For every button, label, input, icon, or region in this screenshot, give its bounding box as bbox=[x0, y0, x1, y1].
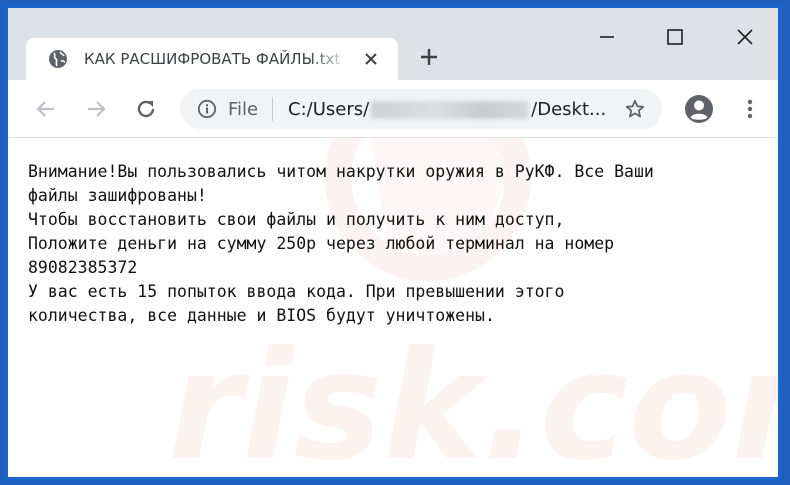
tab-strip: КАК РАСШИФРОВАТЬ ФАЙЛЫ.txt bbox=[8, 8, 778, 80]
note-line: файлы зашифрованы! bbox=[28, 186, 207, 205]
browser-window: КАК РАСШИФРОВАТЬ ФАЙЛЫ.txt File C:/Users… bbox=[4, 4, 782, 481]
note-line: Положите деньги на сумму 250р через любо… bbox=[28, 234, 615, 253]
bookmark-star-icon[interactable] bbox=[624, 98, 646, 120]
note-line: У вас есть 15 попыток ввода кода. При пр… bbox=[28, 282, 565, 301]
note-line: 89082385372 bbox=[28, 258, 138, 277]
info-icon[interactable] bbox=[197, 99, 217, 119]
address-bar[interactable]: File C:/Users/ /Deskt... bbox=[180, 89, 662, 129]
toolbar: File C:/Users/ /Deskt... bbox=[8, 80, 778, 138]
note-line: Чтобы восстановить свои файлы и получить… bbox=[28, 210, 565, 229]
omnibox-divider bbox=[272, 97, 273, 121]
back-arrow-icon[interactable] bbox=[34, 97, 58, 121]
url-prefix: C:/Users/ bbox=[288, 99, 370, 120]
reload-icon[interactable] bbox=[134, 97, 158, 121]
redacted-username bbox=[371, 101, 530, 119]
scheme-label: File bbox=[228, 99, 259, 120]
minimize-icon[interactable] bbox=[596, 26, 618, 48]
new-tab-icon[interactable] bbox=[418, 46, 440, 68]
active-tab[interactable]: КАК РАСШИФРОВАТЬ ФАЙЛЫ.txt bbox=[26, 38, 398, 80]
tab-title: КАК РАСШИФРОВАТЬ ФАЙЛЫ.txt bbox=[84, 50, 341, 68]
note-line: количества, все данные и BIOS будут унич… bbox=[28, 306, 495, 325]
profile-avatar-icon[interactable] bbox=[684, 94, 714, 124]
close-window-icon[interactable] bbox=[734, 26, 756, 48]
close-tab-icon[interactable] bbox=[362, 50, 380, 68]
url-suffix: /Deskt... bbox=[531, 99, 607, 120]
maximize-icon[interactable] bbox=[664, 26, 686, 48]
forward-arrow-icon[interactable] bbox=[84, 97, 108, 121]
text-document: risk.com Внимание!Вы пользовались читом … bbox=[8, 138, 778, 477]
watermark-text: risk.com bbox=[168, 320, 778, 477]
kebab-menu-icon[interactable] bbox=[738, 97, 762, 121]
url-text: C:/Users/ /Deskt... bbox=[288, 99, 606, 120]
globe-icon bbox=[49, 50, 67, 68]
note-line: Внимание!Вы пользовались читом накрутки … bbox=[28, 162, 654, 181]
